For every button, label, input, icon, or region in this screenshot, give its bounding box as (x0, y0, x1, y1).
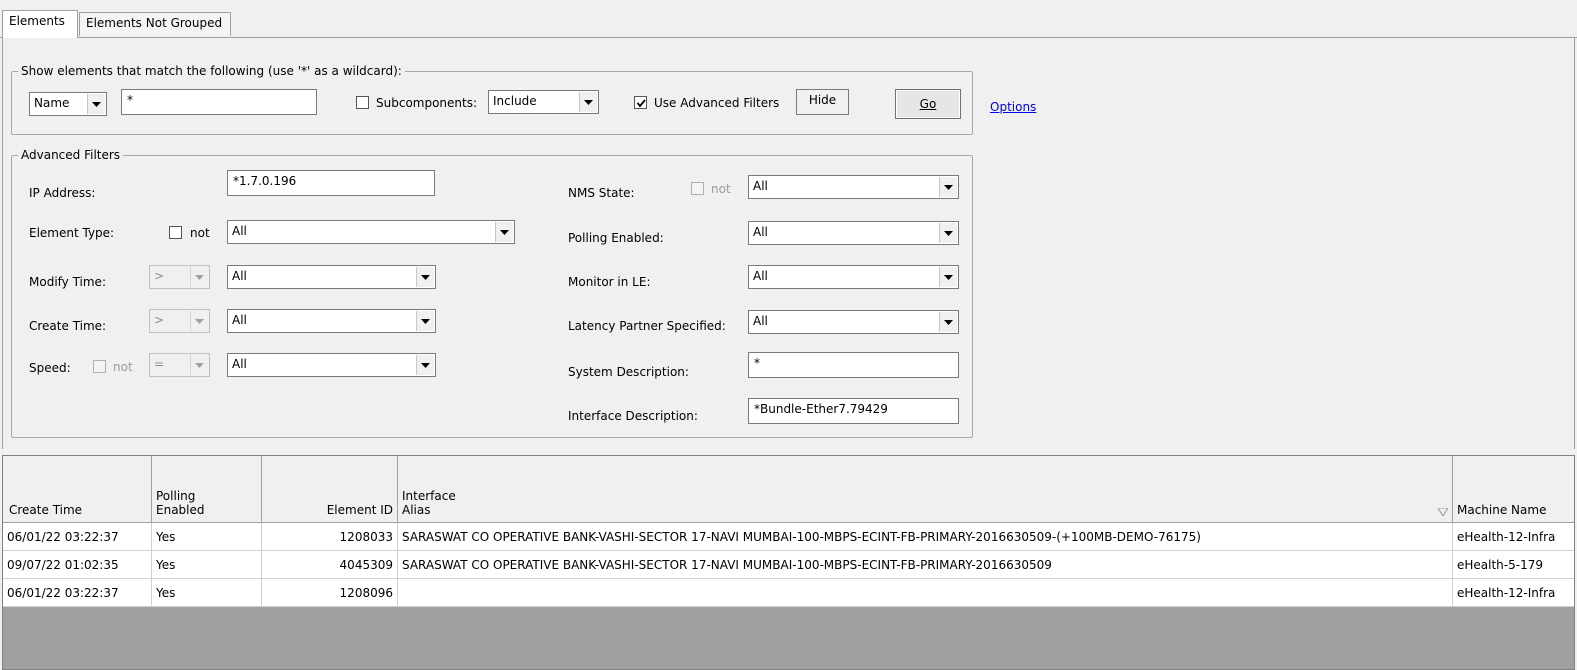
latency-partner-label: Latency Partner Specified: (568, 319, 726, 333)
column-header-interface-alias[interactable]: Interface Alias (398, 456, 1453, 523)
monitor-in-le-select[interactable]: All (748, 265, 959, 289)
table-cell-machine-name[interactable]: eHealth-12-Infra (1453, 579, 1574, 607)
go-button[interactable]: Go (895, 89, 961, 119)
table-cell-machine-name[interactable]: eHealth-5-179 (1453, 551, 1574, 579)
interface-description-input[interactable]: *Bundle-Ether7.79429 (748, 398, 959, 424)
element-type-select[interactable]: All (227, 220, 515, 244)
tab-elements[interactable]: Elements (2, 10, 78, 38)
chevron-down-icon (579, 92, 597, 112)
pattern-input[interactable]: * (121, 89, 317, 115)
latency-partner-select[interactable]: All (748, 310, 959, 334)
chevron-down-icon (416, 355, 434, 375)
system-description-label: System Description: (568, 365, 689, 379)
nms-state-not-label: not (711, 182, 731, 196)
create-time-operator-select[interactable]: > (149, 309, 210, 333)
field-select[interactable]: Name (29, 92, 107, 116)
polling-enabled-label: Polling Enabled: (568, 231, 664, 245)
ip-address-input[interactable]: *1.7.0.196 (227, 170, 435, 196)
tab-elements-not-grouped[interactable]: Elements Not Grouped (79, 12, 231, 36)
speed-select[interactable]: All (227, 353, 436, 377)
monitor-in-le-label: Monitor in LE: (568, 275, 651, 289)
column-header-polling-enabled[interactable]: Polling Enabled (152, 456, 262, 523)
system-description-input[interactable]: * (748, 352, 959, 378)
column-header-machine-name[interactable]: Machine Name (1453, 456, 1574, 523)
nms-state-not-checkbox[interactable] (691, 182, 704, 195)
speed-label: Speed: (29, 361, 71, 375)
table-cell-interface-alias[interactable]: SARASWAT CO OPERATIVE BANK-VASHI-SECTOR … (398, 551, 1453, 579)
table-cell-element-id[interactable]: 1208033 (262, 523, 398, 551)
use-advanced-filters-checkbox[interactable] (634, 96, 647, 109)
modify-time-select[interactable]: All (227, 265, 436, 289)
subcomponents-select[interactable]: Include (488, 90, 599, 114)
nms-state-label: NMS State: (568, 186, 635, 200)
chevron-down-icon (416, 267, 434, 287)
speed-operator-select[interactable]: = (149, 353, 210, 377)
chevron-down-icon (190, 267, 208, 287)
table-cell-element-id[interactable]: 1208096 (262, 579, 398, 607)
options-link[interactable]: Options (990, 100, 1036, 114)
table-cell-create-time[interactable]: 06/01/22 03:22:37 (3, 579, 152, 607)
table-cell-machine-name[interactable]: eHealth-12-Infra (1453, 523, 1574, 551)
interface-description-label: Interface Description: (568, 409, 698, 423)
chevron-down-icon (87, 94, 105, 114)
column-header-create-time[interactable]: Create Time (3, 456, 152, 523)
subcomponents-checkbox[interactable] (356, 96, 369, 109)
element-type-not-checkbox[interactable] (169, 226, 182, 239)
nms-state-select[interactable]: All (748, 175, 959, 199)
checkmark-icon (636, 99, 646, 108)
use-advanced-filters-label: Use Advanced Filters (654, 96, 780, 110)
sort-descending-icon (1438, 508, 1448, 516)
table-cell-polling-enabled[interactable]: Yes (152, 523, 262, 551)
basic-filter-legend: Show elements that match the following (… (21, 64, 402, 78)
table-cell-polling-enabled[interactable]: Yes (152, 551, 262, 579)
chevron-down-icon (416, 311, 434, 331)
table-cell-polling-enabled[interactable]: Yes (152, 579, 262, 607)
chevron-down-icon (190, 311, 208, 331)
modify-time-label: Modify Time: (29, 275, 106, 289)
table-cell-interface-alias[interactable]: SARASWAT CO OPERATIVE BANK-VASHI-SECTOR … (398, 523, 1453, 551)
tab-strip: Elements Elements Not Grouped (0, 0, 1577, 38)
chevron-down-icon (939, 267, 957, 287)
advanced-filters-legend: Advanced Filters (21, 148, 121, 162)
chevron-down-icon (939, 223, 957, 243)
table-cell-element-id[interactable]: 4045309 (262, 551, 398, 579)
table-cell-interface-alias[interactable] (398, 579, 1453, 607)
chevron-down-icon (495, 222, 513, 242)
results-grid: Create Time Polling Enabled Element ID I… (2, 455, 1575, 670)
ip-address-label: IP Address: (29, 186, 96, 200)
modify-time-operator-select[interactable]: > (149, 265, 210, 289)
speed-not-label: not (113, 360, 133, 374)
polling-enabled-select[interactable]: All (748, 221, 959, 245)
element-type-not-label: not (190, 226, 210, 240)
element-type-label: Element Type: (29, 226, 115, 240)
chevron-down-icon (939, 312, 957, 332)
column-header-element-id[interactable]: Element ID (262, 456, 398, 523)
hide-button[interactable]: Hide (796, 89, 849, 115)
speed-not-checkbox[interactable] (93, 360, 106, 373)
subcomponents-label: Subcomponents: (376, 96, 478, 110)
table-cell-create-time[interactable]: 06/01/22 03:22:37 (3, 523, 152, 551)
table-cell-create-time[interactable]: 09/07/22 01:02:35 (3, 551, 152, 579)
create-time-label: Create Time: (29, 319, 107, 333)
create-time-select[interactable]: All (227, 309, 436, 333)
chevron-down-icon (939, 177, 957, 197)
chevron-down-icon (190, 355, 208, 375)
